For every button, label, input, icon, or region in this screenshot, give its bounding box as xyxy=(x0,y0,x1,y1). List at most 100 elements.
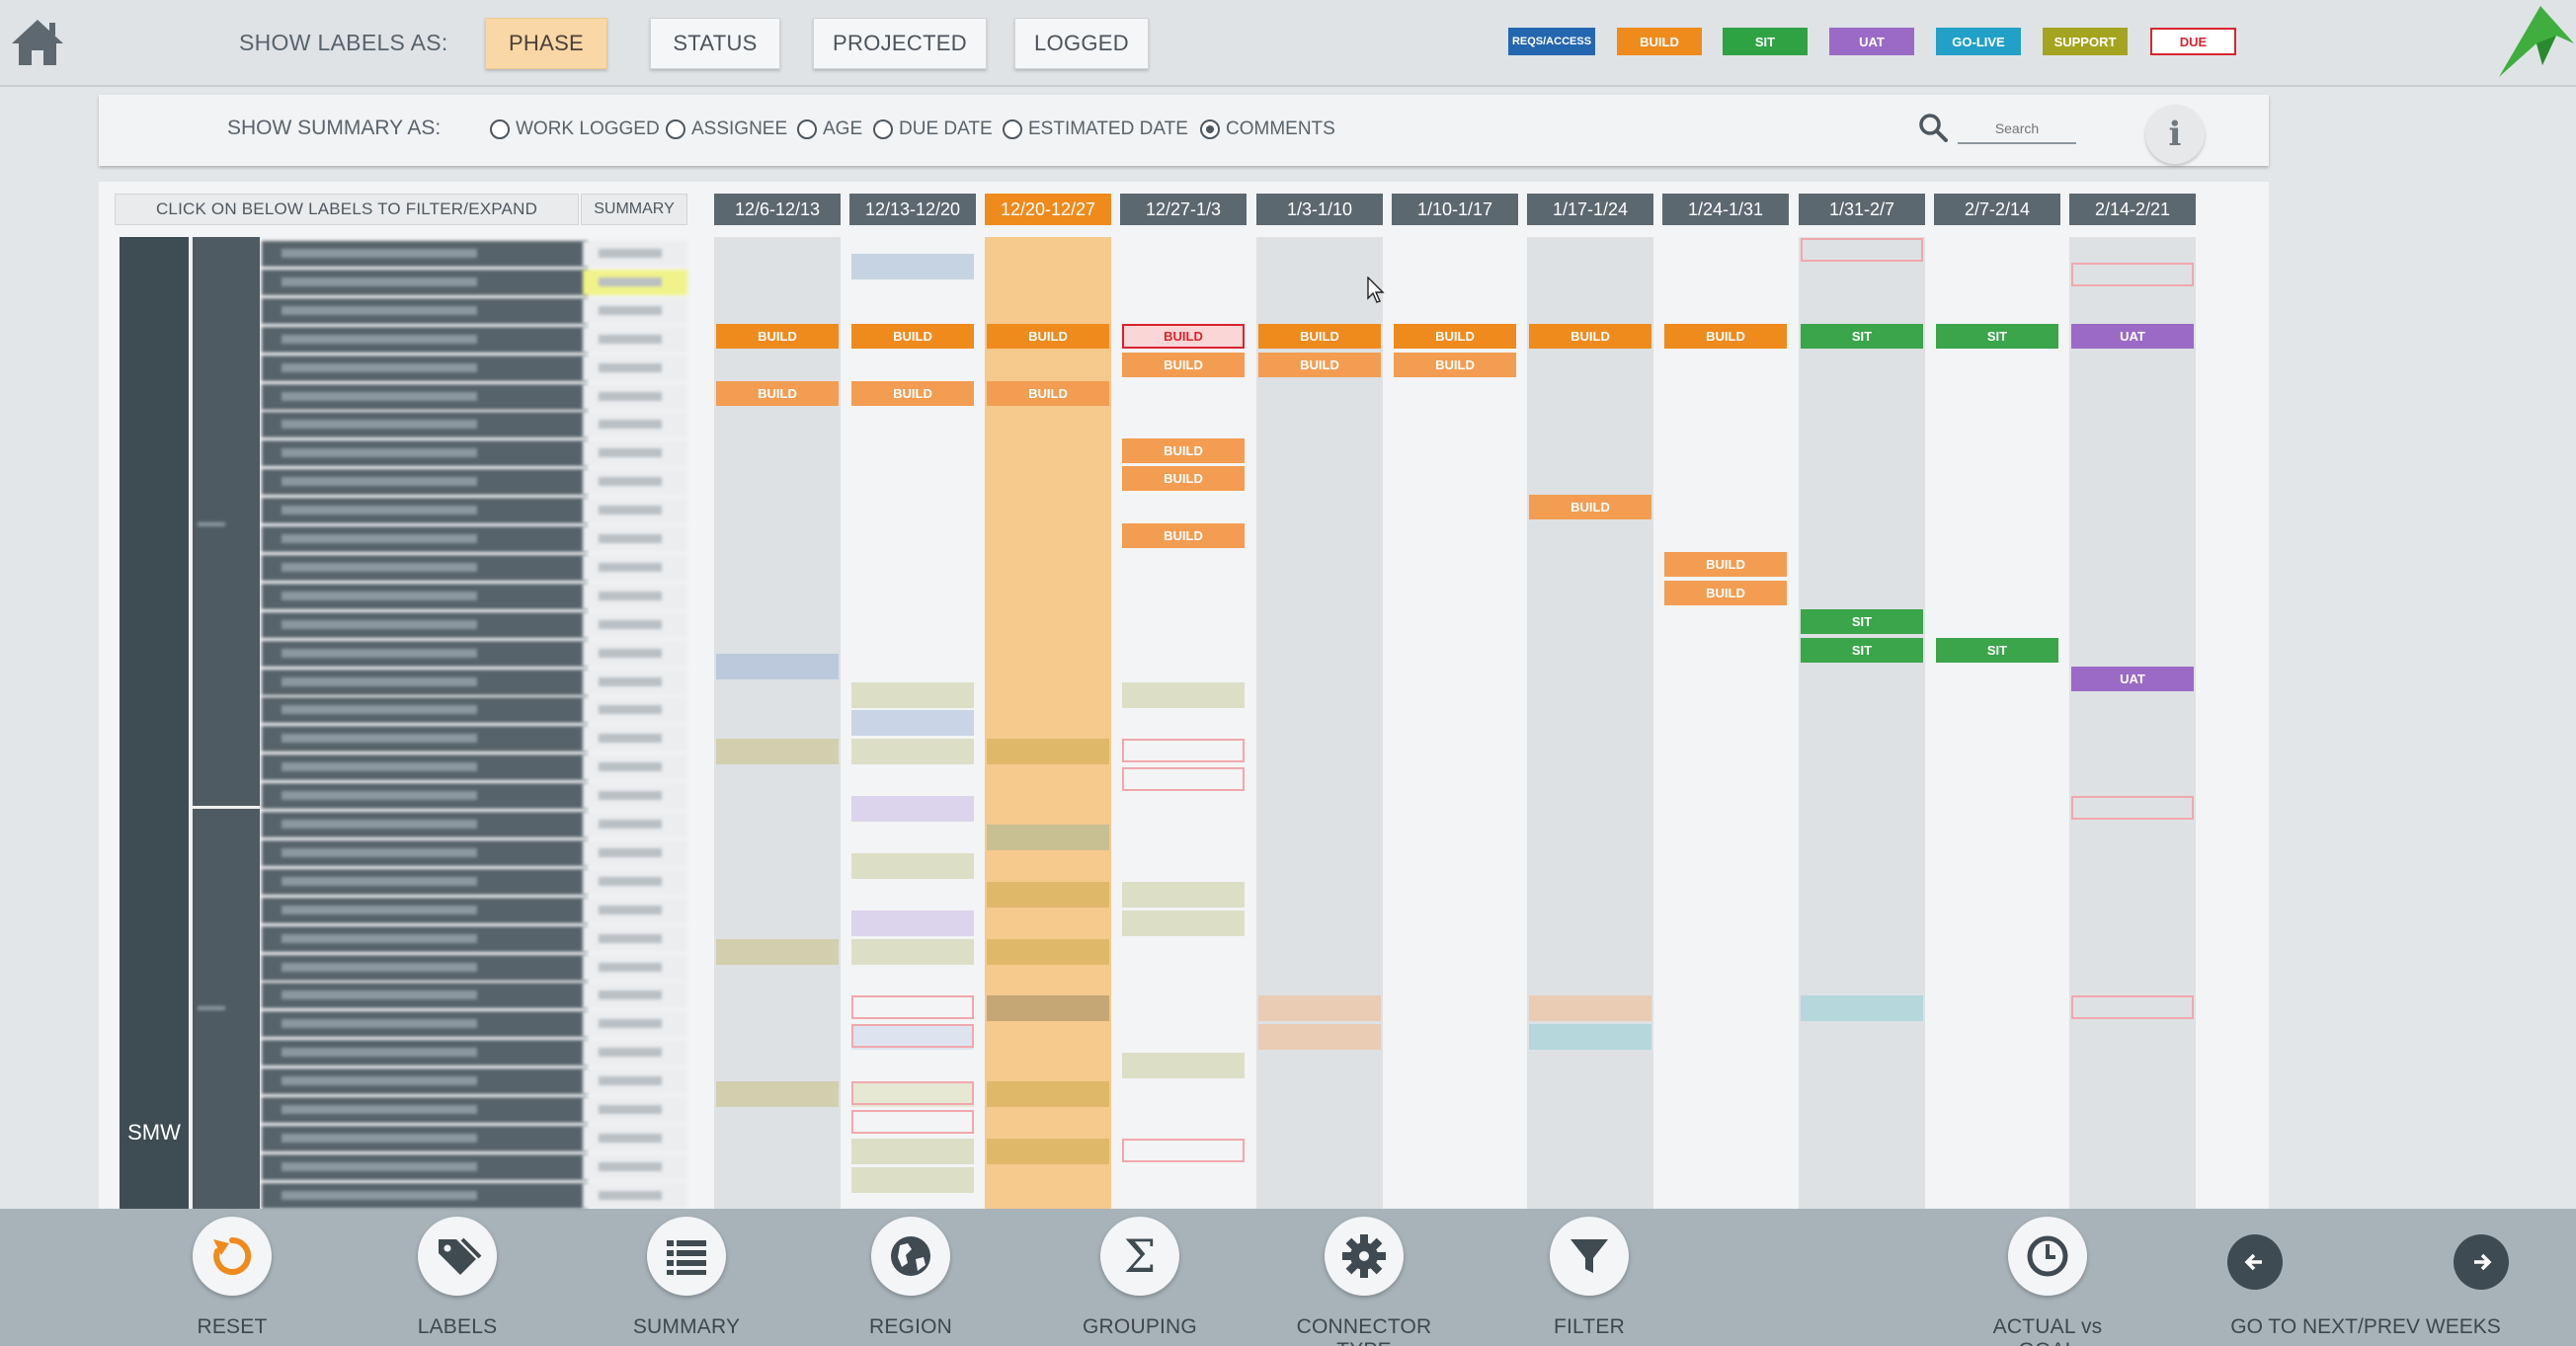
row-label-blurred[interactable] xyxy=(262,440,588,466)
radio-age[interactable]: AGE xyxy=(797,119,862,140)
actual-vs-goal-button[interactable]: ACTUAL vs GOAL xyxy=(1964,1217,2132,1346)
faded-phase-block[interactable] xyxy=(987,739,1109,764)
week-header-current[interactable]: 12/20-12/27 xyxy=(985,194,1111,225)
sit-bar[interactable]: SIT xyxy=(1801,638,1923,663)
build-bar[interactable]: BUILD xyxy=(1664,324,1787,349)
subgroup-column[interactable] xyxy=(191,237,260,1209)
week-header[interactable]: 1/24-1/31 xyxy=(1662,194,1789,225)
search-input[interactable] xyxy=(1958,115,2076,144)
sit-bar[interactable]: SIT xyxy=(1801,609,1923,634)
row-label-blurred[interactable] xyxy=(262,498,588,523)
radio-due-date[interactable]: DUE DATE xyxy=(873,119,993,140)
next-weeks-button[interactable] xyxy=(2454,1234,2509,1290)
subgroup-label-blurred[interactable]: ▬▬ xyxy=(198,514,225,529)
uat-bar[interactable]: UAT xyxy=(2071,667,2194,691)
faded-phase-block[interactable] xyxy=(1122,1053,1245,1078)
week-header[interactable]: 12/27-1/3 xyxy=(1120,194,1247,225)
faded-phase-block[interactable] xyxy=(851,1167,974,1193)
grouping-button[interactable]: Σ GROUPING xyxy=(1056,1217,1224,1345)
faded-phase-block[interactable] xyxy=(987,995,1109,1021)
faded-phase-block[interactable] xyxy=(1122,911,1245,936)
due-outline-block[interactable] xyxy=(851,1081,974,1105)
faded-phase-block[interactable] xyxy=(1122,682,1245,708)
row-label-blurred[interactable] xyxy=(262,1126,588,1151)
faded-phase-block[interactable] xyxy=(851,796,974,822)
row-label-blurred[interactable] xyxy=(262,469,588,495)
row-label-blurred[interactable] xyxy=(262,412,588,437)
faded-phase-block[interactable] xyxy=(987,939,1109,965)
radio-dot[interactable] xyxy=(1200,119,1220,139)
row-label-blurred[interactable] xyxy=(262,1040,588,1066)
build-bar[interactable]: BUILD xyxy=(1529,324,1651,349)
row-label-blurred[interactable] xyxy=(262,869,588,895)
faded-phase-block[interactable] xyxy=(1258,995,1381,1021)
faded-phase-block[interactable] xyxy=(987,825,1109,850)
status-button[interactable]: STATUS xyxy=(650,18,780,69)
subgroup-label-blurred[interactable]: ▬▬ xyxy=(198,997,225,1013)
faded-phase-block[interactable] xyxy=(851,682,974,708)
row-label-blurred[interactable] xyxy=(262,754,588,780)
build-bar[interactable]: BUILD xyxy=(1529,495,1651,519)
radio-dot[interactable] xyxy=(1003,119,1022,139)
week-header[interactable]: 2/7-2/14 xyxy=(1934,194,2060,225)
radio-dot[interactable] xyxy=(666,119,685,139)
row-label-blurred[interactable] xyxy=(262,555,588,581)
row-label-blurred[interactable] xyxy=(262,926,588,952)
row-label-blurred[interactable] xyxy=(262,526,588,552)
logged-button[interactable]: LOGGED xyxy=(1014,18,1149,69)
week-header[interactable]: 1/31-2/7 xyxy=(1799,194,1925,225)
due-outline-block[interactable] xyxy=(2071,263,2194,286)
week-header[interactable]: 12/6-12/13 xyxy=(714,194,841,225)
build-bar[interactable]: BUILD xyxy=(851,324,974,349)
summary-button[interactable]: SUMMARY xyxy=(603,1217,770,1345)
week-header[interactable]: 1/3-1/10 xyxy=(1256,194,1383,225)
row-label-blurred[interactable] xyxy=(262,697,588,723)
week-header[interactable]: 12/13-12/20 xyxy=(849,194,976,225)
due-outline-block[interactable] xyxy=(1801,238,1923,262)
faded-phase-block[interactable] xyxy=(987,882,1109,908)
row-label-blurred[interactable] xyxy=(262,840,588,866)
row-label-blurred[interactable] xyxy=(262,641,588,667)
faded-phase-block[interactable] xyxy=(1529,1024,1651,1050)
row-label-blurred[interactable] xyxy=(262,1097,588,1123)
projected-button[interactable]: PROJECTED xyxy=(813,18,987,69)
row-label-blurred[interactable] xyxy=(262,1183,588,1209)
build-bar[interactable]: BUILD xyxy=(851,381,974,406)
row-label-blurred[interactable] xyxy=(262,384,588,410)
sit-bar[interactable]: SIT xyxy=(1801,324,1923,349)
row-label-blurred[interactable] xyxy=(262,955,588,981)
build-bar[interactable]: BUILD xyxy=(987,381,1109,406)
build-bar[interactable]: BUILD xyxy=(1122,523,1245,548)
radio-dot[interactable] xyxy=(490,119,510,139)
row-label-blurred[interactable] xyxy=(262,327,588,353)
faded-phase-block[interactable] xyxy=(987,1139,1109,1164)
build-bar[interactable]: BUILD xyxy=(1394,324,1516,349)
row-label-blurred[interactable] xyxy=(262,241,588,267)
row-label-blurred[interactable] xyxy=(262,983,588,1008)
info-icon[interactable]: i xyxy=(2145,105,2205,164)
faded-phase-block[interactable] xyxy=(851,254,974,279)
build-bar[interactable]: BUILD xyxy=(1122,466,1245,491)
radio-work-logged[interactable]: WORK LOGGED xyxy=(490,119,660,140)
row-label-blurred[interactable] xyxy=(262,612,588,638)
phase-button[interactable]: PHASE xyxy=(485,18,607,69)
due-outline-block[interactable] xyxy=(851,1110,974,1134)
row-label-blurred[interactable] xyxy=(262,1069,588,1094)
row-label-blurred[interactable] xyxy=(262,270,588,295)
row-label-blurred[interactable] xyxy=(262,898,588,923)
labels-button[interactable]: LABELS xyxy=(373,1217,541,1345)
build-bar[interactable]: BUILD xyxy=(716,324,839,349)
connector-type-button[interactable]: CONNECTOR TYPE xyxy=(1280,1217,1448,1346)
build-bar[interactable]: BUILD xyxy=(1664,581,1787,605)
faded-phase-block[interactable] xyxy=(1258,1024,1381,1050)
radio-assignee[interactable]: ASSIGNEE xyxy=(666,119,787,140)
build-bar[interactable]: BUILD xyxy=(1122,353,1245,377)
faded-phase-block[interactable] xyxy=(716,1081,839,1107)
faded-phase-block[interactable] xyxy=(1529,995,1651,1021)
radio-comments[interactable]: COMMENTS xyxy=(1200,119,1335,140)
week-header[interactable]: 1/17-1/24 xyxy=(1527,194,1653,225)
region-button[interactable]: REGION xyxy=(827,1217,995,1345)
row-label-blurred[interactable] xyxy=(262,584,588,609)
faded-phase-block[interactable] xyxy=(851,853,974,879)
build-bar[interactable]: BUILD xyxy=(1258,324,1381,349)
